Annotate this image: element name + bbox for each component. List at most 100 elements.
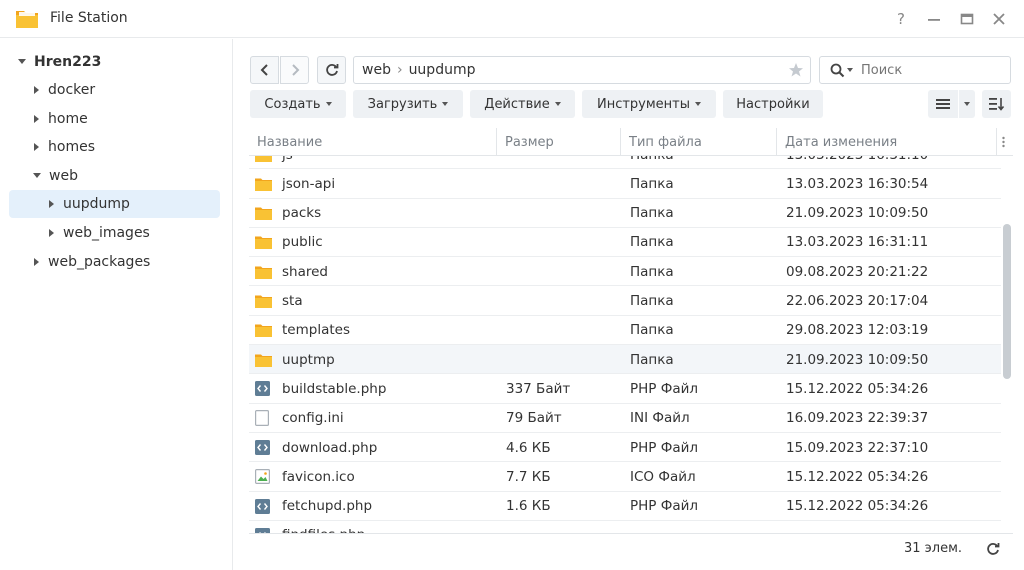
file-modified: 13.03.2023 16:31:11 (786, 234, 929, 251)
file-modified: 13.03.2023 16:30:54 (786, 175, 929, 192)
refresh-button[interactable] (317, 56, 346, 84)
sidebar-item-homes[interactable]: homes (34, 133, 95, 160)
path-segment-uupdump[interactable]: uupdump (409, 62, 476, 78)
folder-icon (255, 257, 272, 286)
folder-icon (255, 156, 272, 169)
tree-root-hren223[interactable]: Hren223 (18, 48, 101, 75)
table-row[interactable]: shared Папка 09.08.2023 20:21:22 (249, 257, 1001, 287)
expand-icon[interactable] (18, 59, 26, 64)
collapse-icon[interactable] (34, 257, 39, 266)
file-name: buildstable.php (282, 380, 387, 397)
minimize-icon[interactable] (923, 8, 945, 30)
upload-button[interactable]: Загрузить (353, 90, 463, 118)
file-name: findfiles.php (282, 521, 365, 533)
file-name: favicon.ico (282, 468, 355, 485)
sidebar-item-docker[interactable]: docker (34, 76, 95, 103)
file-name: config.ini (282, 410, 344, 427)
sidebar-item-label: uupdump (63, 196, 130, 212)
file-type: INI Файл (630, 410, 690, 427)
chevron-down-icon (325, 102, 332, 106)
table-row[interactable]: fetchupd.php 1.6 КБ PHP Файл 15.12.2022 05:… (249, 492, 1001, 521)
maximize-icon[interactable] (956, 8, 978, 30)
table-row[interactable]: findfiles.php (249, 521, 1001, 533)
file-table-body: js Папка 13.03.2023 16:31:10 json-api Папка 1… (249, 156, 1013, 533)
file-name: templates (282, 322, 350, 339)
forward-button[interactable] (280, 56, 309, 84)
chevron-down-icon (554, 102, 561, 106)
file-modified: 16.09.2023 22:39:37 (786, 410, 929, 427)
collapse-icon[interactable] (49, 228, 54, 237)
sort-button[interactable] (982, 90, 1011, 118)
table-row[interactable]: templates Папка 29.08.2023 12:03:19 (249, 316, 1001, 346)
column-header-size[interactable]: Размер (497, 128, 621, 156)
star-icon[interactable] (788, 62, 804, 78)
column-header-modified[interactable]: Дата изменения (777, 128, 997, 156)
file-type: Папка (630, 205, 674, 222)
file-name: packs (282, 205, 322, 222)
sidebar-item-label: web (49, 167, 78, 184)
code-file-icon (255, 492, 270, 521)
table-row[interactable]: download.php 4.6 КБ PHP Файл 15.09.2023 22:… (249, 433, 1001, 463)
sidebar-item-label: web_images (63, 224, 150, 241)
table-row[interactable]: uuptmp Папка 21.09.2023 10:09:50 (249, 345, 1001, 375)
file-name: json-api (282, 175, 336, 192)
table-row[interactable]: packs Папка 21.09.2023 10:09:50 (249, 199, 1001, 228)
file-name: js (282, 156, 293, 169)
table-row[interactable]: js Папка 13.03.2023 16:31:10 (249, 156, 1001, 170)
file-modified: 15.09.2023 22:37:10 (786, 439, 929, 456)
list-view-icon (936, 99, 950, 109)
file-name: fetchupd.php (282, 498, 373, 515)
help-icon[interactable]: ? (890, 8, 912, 30)
sidebar-item-web[interactable]: web (33, 162, 78, 189)
view-mode-dropdown[interactable] (959, 90, 975, 118)
table-row[interactable]: sta Папка 22.06.2023 20:17:04 (249, 287, 1001, 316)
table-row[interactable]: public Папка 13.03.2023 16:31:11 (249, 228, 1001, 258)
sidebar-item-web-packages[interactable]: web_packages (34, 248, 150, 275)
table-row[interactable]: favicon.ico 7.7 КБ ICO Файл 15.12.2022 05:3… (249, 462, 1001, 492)
collapse-icon[interactable] (49, 200, 54, 208)
chevron-down-icon (964, 102, 970, 106)
folder-app-icon (16, 11, 38, 28)
refresh-icon (325, 64, 338, 76)
table-row[interactable]: json-api Папка 13.03.2023 16:30:54 (249, 169, 1001, 199)
file-type: Папка (630, 234, 674, 251)
settings-button-label: Настройки (736, 96, 810, 112)
search-icon[interactable] (830, 63, 845, 78)
close-icon[interactable] (988, 8, 1010, 30)
file-type: Папка (630, 351, 674, 368)
search-options-caret-icon[interactable] (847, 68, 853, 72)
path-bar[interactable]: web › uupdump (353, 56, 811, 84)
sidebar-item-web-images[interactable]: web_images (49, 219, 150, 246)
blank-file-icon (255, 404, 269, 433)
list-view-button[interactable] (928, 90, 958, 118)
column-options-icon[interactable] (997, 128, 1013, 156)
sidebar-tree: Hren223 docker home homes web uupdump we… (0, 39, 233, 570)
sidebar-item-label: web_packages (48, 253, 151, 270)
file-name: sta (282, 293, 303, 309)
create-button[interactable]: Создать (250, 90, 346, 118)
settings-button[interactable]: Настройки (723, 90, 823, 118)
column-header-type[interactable]: Тип файла (621, 128, 777, 156)
file-table-header: Название Размер Тип файла Дата изменения (249, 128, 1013, 156)
file-station-window: File Station ? Hren223 docker home homes (0, 0, 1024, 570)
path-segment-web[interactable]: web (362, 62, 391, 78)
table-row[interactable]: config.ini 79 Байт INI Файл 16.09.2023 22:3… (249, 404, 1001, 433)
column-header-name[interactable]: Название (249, 128, 497, 156)
table-row[interactable]: buildstable.php 337 Байт PHP Файл 15.12.202… (249, 374, 1001, 404)
action-button[interactable]: Действие (470, 90, 575, 118)
back-button[interactable] (250, 56, 279, 84)
file-modified: 29.08.2023 12:03:19 (786, 322, 929, 339)
sidebar-item-home[interactable]: home (34, 105, 88, 132)
collapse-icon[interactable] (34, 85, 39, 94)
item-count: 31 элем. (904, 541, 963, 556)
sidebar-item-uupdump[interactable]: uupdump (9, 190, 220, 218)
collapse-icon[interactable] (34, 142, 39, 151)
title-bar: File Station ? (0, 0, 1024, 38)
tools-button[interactable]: Инструменты (582, 90, 716, 118)
scrollbar-thumb[interactable] (1003, 224, 1011, 379)
refresh-icon[interactable] (986, 542, 1000, 556)
collapse-icon[interactable] (34, 114, 39, 123)
search-input[interactable] (861, 62, 1001, 78)
expand-icon[interactable] (33, 173, 41, 178)
search-box[interactable] (819, 56, 1011, 84)
